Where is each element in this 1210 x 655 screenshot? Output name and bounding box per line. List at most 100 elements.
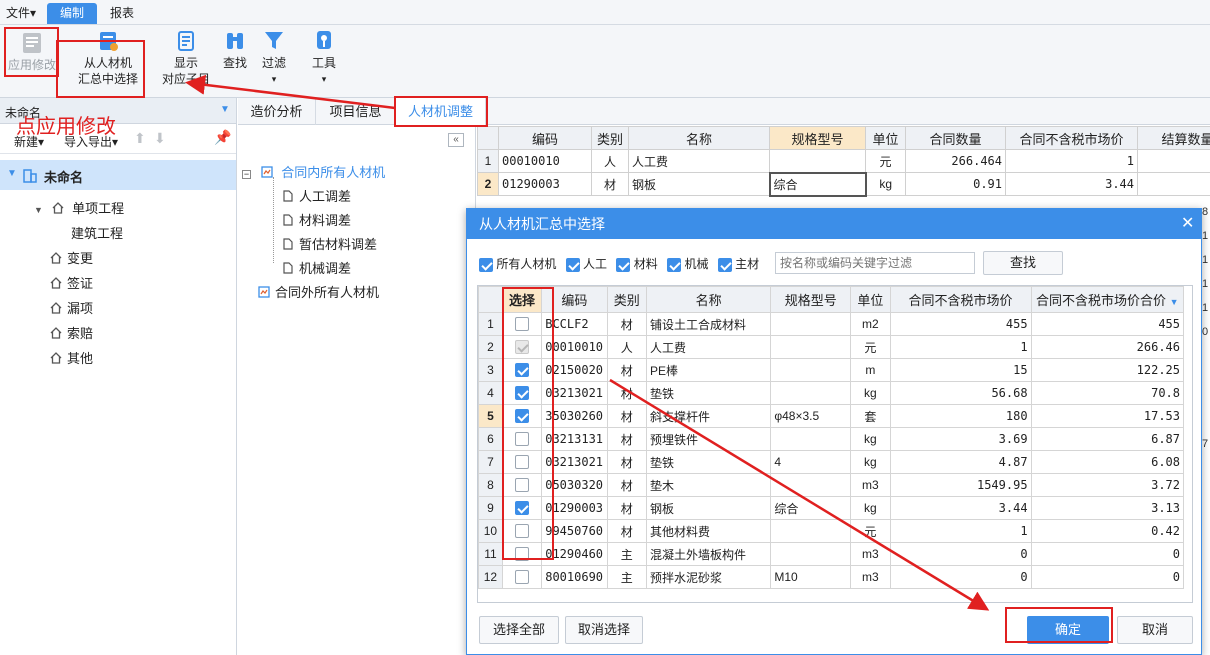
filter-labor[interactable]: 人工 [565,257,607,272]
tree-group-contract-in[interactable]: − 合同内所有人材机 [242,162,385,181]
unit-cell[interactable]: m3 [850,473,891,497]
filter-material[interactable]: 材料 [616,257,658,272]
select-cell[interactable] [501,565,543,589]
col-spec[interactable]: 规格型号 [769,126,866,150]
total-cell[interactable]: 6.08 [1030,450,1185,474]
total-cell[interactable]: 17.53 [1030,404,1185,428]
tree-child-material-diff[interactable]: 材料调差 [282,210,351,229]
name-cell[interactable]: 垫铁 [645,381,772,405]
spec-cell[interactable]: φ48×3.5 [770,404,852,428]
unit-cell[interactable]: m [850,358,891,382]
name-cell[interactable]: 垫铁 [645,450,772,474]
name-cell[interactable]: 钢板 [645,496,772,520]
name-cell[interactable]: PE棒 [645,358,772,382]
sort-desc-icon[interactable]: ▼ [1170,297,1179,307]
close-icon[interactable]: ✕ [1181,209,1194,239]
type-cell[interactable]: 材 [606,404,647,428]
col-name[interactable]: 名称 [645,286,772,313]
tab-project-info[interactable]: 项目信息 [316,98,396,125]
tab-cost-analysis[interactable]: 造价分析 [238,98,316,125]
unit-cell[interactable]: m3 [850,542,891,566]
col-qty[interactable]: 合同数量 [905,126,1006,150]
type-cell[interactable]: 材 [606,427,647,451]
spec-cell[interactable] [770,358,852,382]
table-row[interactable]: 10 99450760 材其他材料费元 1 0.42 [478,519,1185,543]
price-cell[interactable]: 15 [889,358,1032,382]
total-cell[interactable]: 6.87 [1030,427,1185,451]
table-row[interactable]: 5 35030260 材斜支撑杆件 φ48×3.5 套 180 17.53 [478,404,1185,428]
deselect-button[interactable]: 取消选择 [565,616,643,644]
code-cell[interactable]: 80010690 [541,565,608,589]
table-row[interactable]: 11 01290460 主混凝土外墙板构件 m3 0 0 [478,542,1185,566]
expand-icon[interactable]: ▼ [7,168,17,179]
col-unit[interactable]: 单位 [865,126,906,150]
table-row[interactable]: 7 03213021 材垫铁 4 kg 4.87 6.08 [478,450,1185,474]
price-cell[interactable]: 3.44 [889,496,1032,520]
spec-cell[interactable]: 综合 [770,496,852,520]
price-cell[interactable]: 1549.95 [889,473,1032,497]
type-cell[interactable]: 材 [606,473,647,497]
table-row[interactable]: 12 80010690 主预拌水泥砂浆 M10 m3 0 0 [478,565,1185,589]
total-cell[interactable]: 0.42 [1030,519,1185,543]
table-row[interactable]: 3 02150020 材 PE棒 m 15 122.25 [478,358,1185,382]
find-button[interactable]: 查找 [220,29,250,71]
tree-item-visa[interactable]: 签证 [50,273,93,292]
move-down-icon[interactable]: ⬇ [154,130,166,147]
unit-cell[interactable]: kg [850,381,891,405]
unit-cell[interactable]: 套 [850,404,891,428]
tree-item-other[interactable]: 其他 [50,348,93,367]
type-cell[interactable]: 材 [606,519,647,543]
col-settle[interactable]: 结算数量 [1137,126,1210,150]
price-cell[interactable]: 4.87 [889,450,1032,474]
collapse-panel-icon[interactable]: « [448,133,464,147]
spec-cell[interactable] [770,473,852,497]
select-all-button[interactable]: 选择全部 [479,616,559,644]
col-type[interactable]: 类别 [591,126,629,150]
col-unit[interactable]: 单位 [850,286,891,313]
name-cell[interactable]: 其他材料费 [645,519,772,543]
unit-cell[interactable]: kg [850,450,891,474]
price-cell[interactable]: 56.68 [889,381,1032,405]
price-cell[interactable]: 1 [889,519,1032,543]
checkbox[interactable] [565,257,580,272]
name-cell[interactable]: 混凝土外墙板构件 [645,542,772,566]
tree-root[interactable]: ▼ 未命名 [0,160,236,190]
price-cell[interactable]: 3.69 [889,427,1032,451]
show-items-button[interactable]: 显示 对应子目 [160,29,212,87]
col-total[interactable]: 合同不含税市场价合价 ▼ [1030,286,1185,313]
tree-item-change[interactable]: 变更 [50,248,93,267]
expand-icon[interactable]: ▼ [34,205,43,215]
col-name[interactable]: 名称 [628,126,770,150]
unit-cell[interactable]: 元 [850,519,891,543]
unit-cell[interactable]: m3 [850,565,891,589]
cancel-button[interactable]: 取消 [1117,616,1193,644]
unit-cell[interactable]: 元 [850,335,891,359]
spec-cell[interactable] [770,542,852,566]
menu-file[interactable]: 文件▾ [6,4,36,21]
checkbox[interactable] [667,257,682,272]
total-cell[interactable]: 266.46 [1030,335,1185,359]
checkbox[interactable] [616,257,631,272]
table-row[interactable]: 2 00010010 人人工费元 1 266.46 [478,335,1185,359]
menu-report[interactable]: 报表 [110,4,134,21]
pin-icon[interactable]: 📌 [214,129,231,146]
spec-cell[interactable]: M10 [770,565,852,589]
spec-cell[interactable]: 4 [770,450,852,474]
tree-item-building-works[interactable]: 建筑工程 [71,223,123,242]
filter-all[interactable]: 所有人材机 [479,257,556,272]
col-spec[interactable]: 规格型号 [770,286,852,313]
total-cell[interactable]: 3.72 [1030,473,1185,497]
collapse-icon[interactable]: − [242,170,251,179]
checkbox[interactable] [717,257,732,272]
price-cell[interactable]: 0 [889,565,1032,589]
tree-item-single-project[interactable]: ▼ 单项工程 [34,198,124,217]
price-cell[interactable]: 1 [889,335,1032,359]
table-row[interactable]: 6 03213131 材预埋铁件 kg 3.69 6.87 [478,427,1185,451]
name-cell[interactable]: 预埋铁件 [645,427,772,451]
total-cell[interactable]: 0 [1030,542,1185,566]
tree-group-contract-out[interactable]: 合同外所有人材机 [258,282,379,301]
collapse-arrow-icon[interactable]: ▼ [220,104,230,115]
type-cell[interactable]: 主 [606,565,647,589]
spec-cell[interactable] [770,381,852,405]
search-input[interactable] [775,252,975,274]
